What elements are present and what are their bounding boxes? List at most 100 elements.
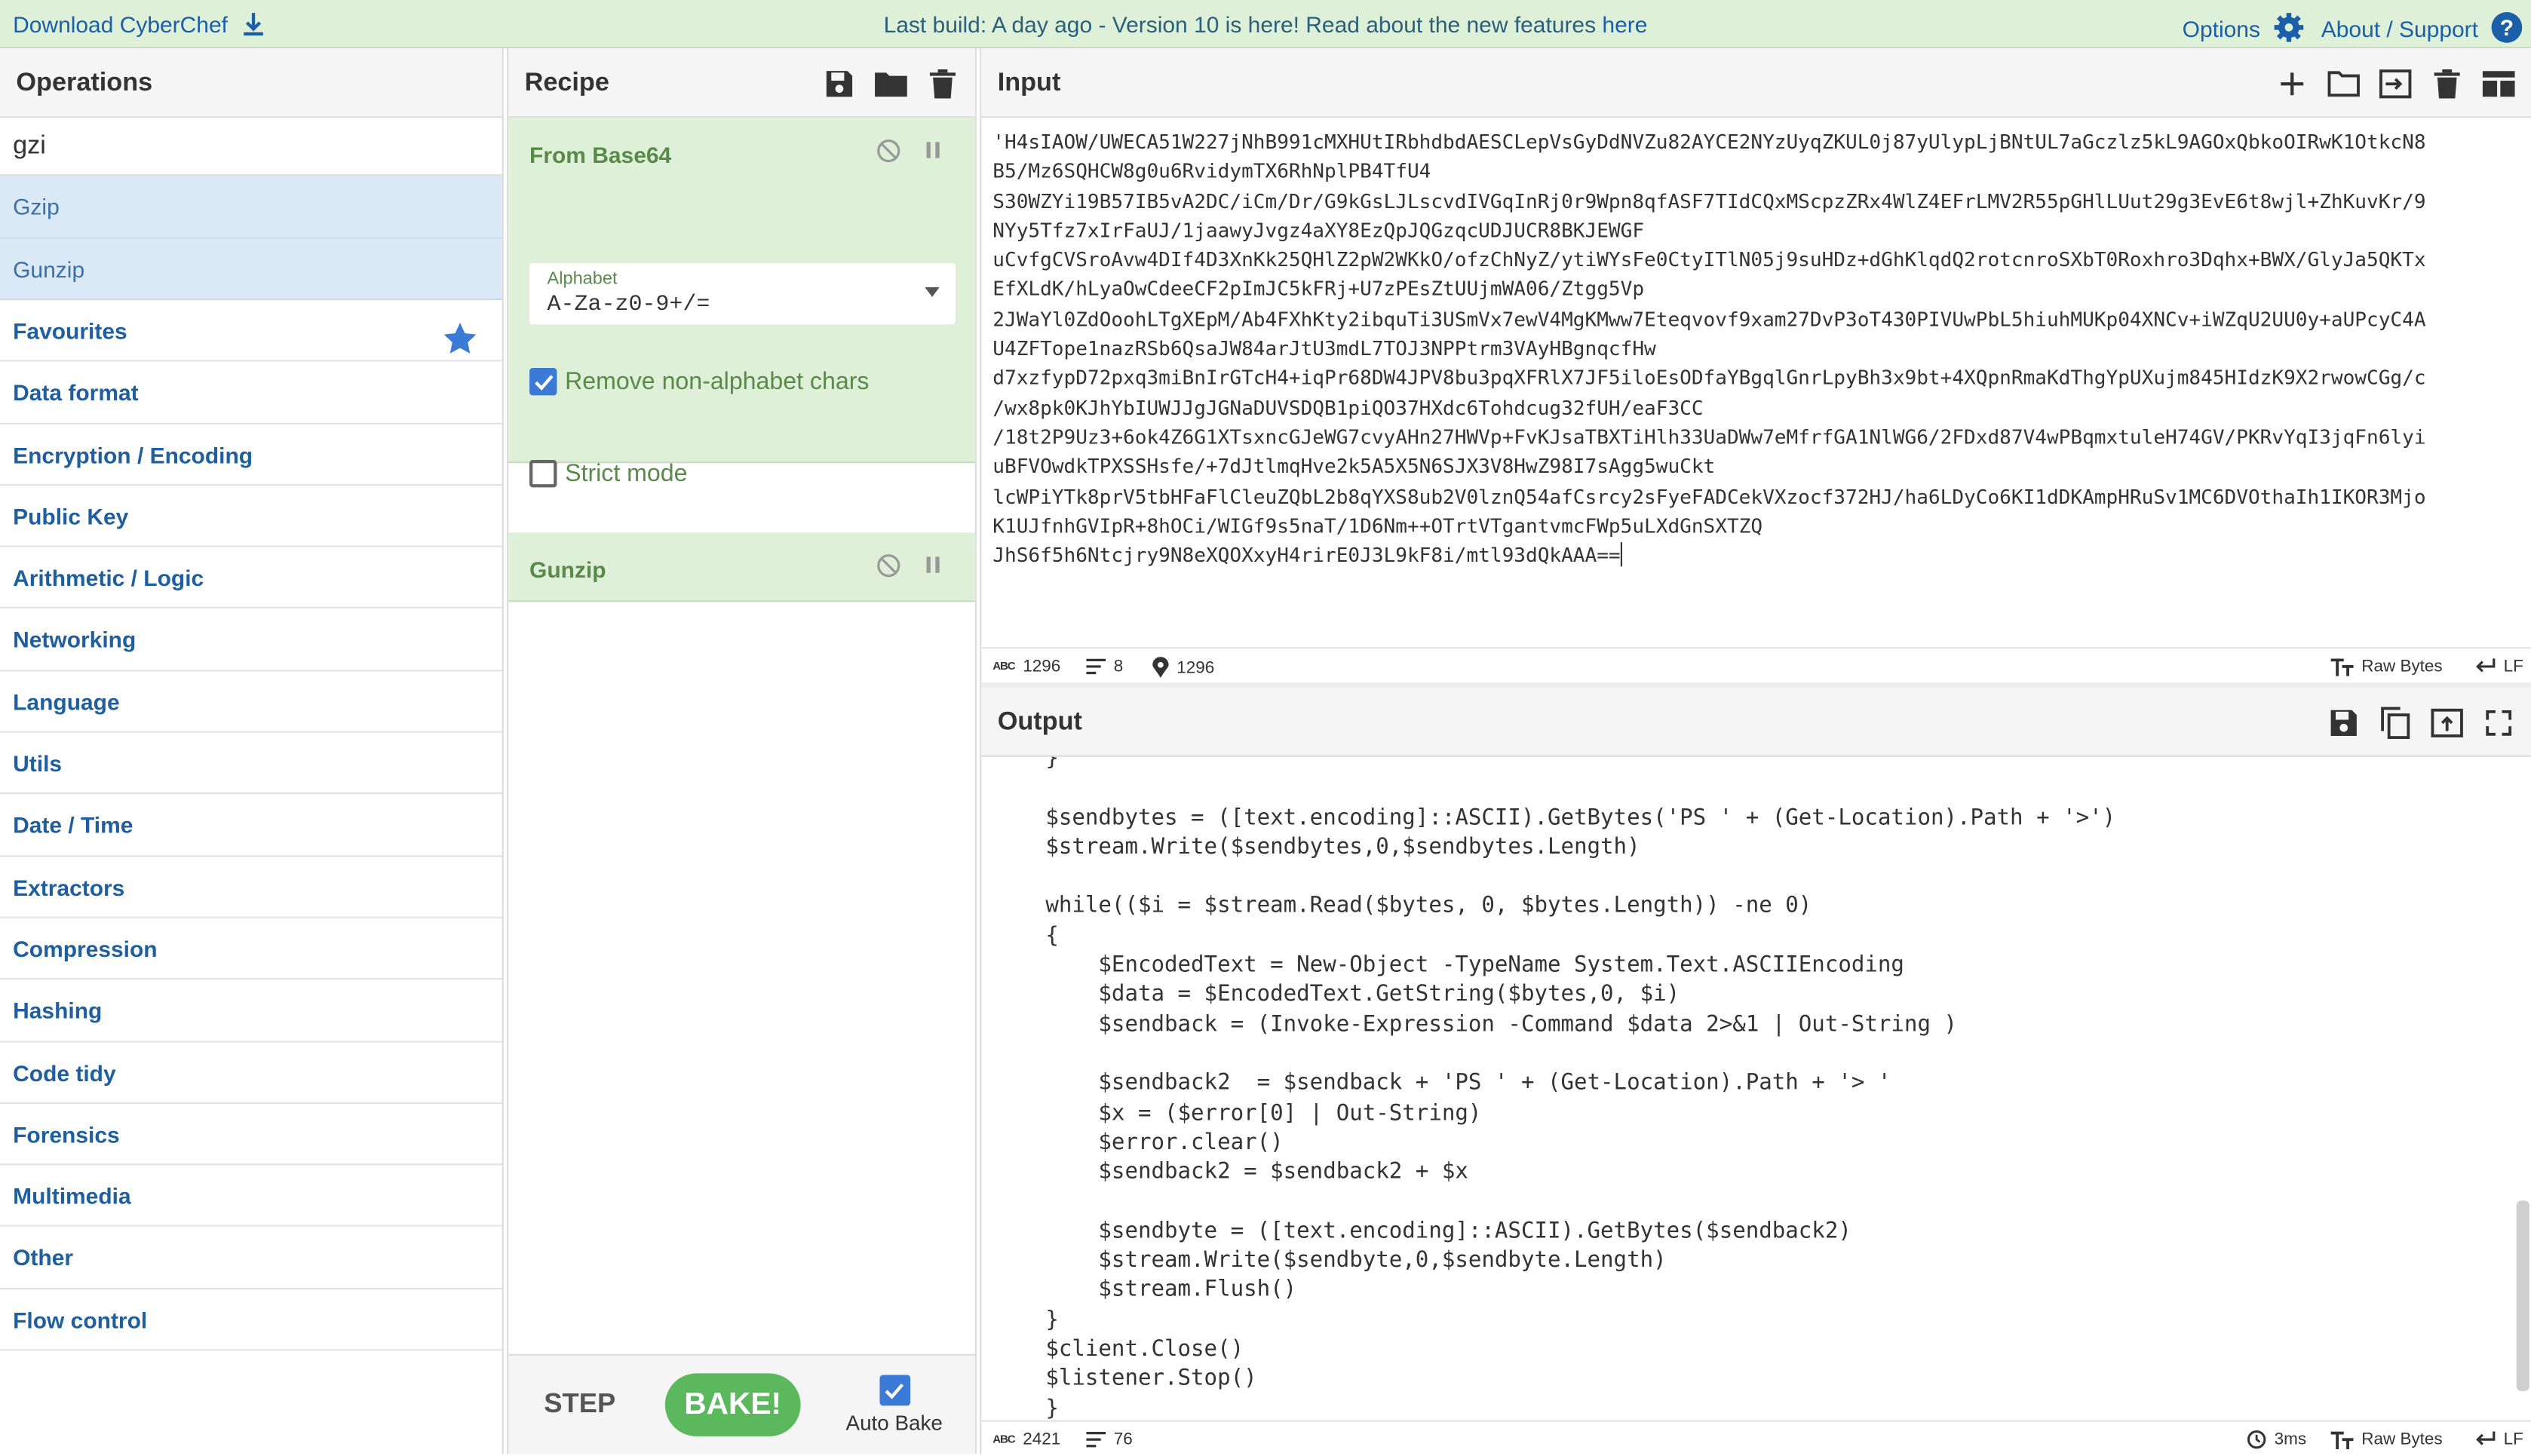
text-size-icon	[2330, 657, 2354, 676]
output-line: }	[992, 1395, 1059, 1421]
replace-input-icon[interactable]	[2431, 706, 2463, 738]
chevron-down-icon	[925, 287, 940, 297]
io-panel: Input 'H4sIAOW/UWECA51W227jNhB991cMXHUtI…	[980, 48, 2531, 1454]
return-arrow-icon	[2476, 658, 2496, 673]
category-code-tidy[interactable]: Code tidy	[0, 1042, 502, 1104]
input-line: lcWPiYTk8prV5tbHFaFlCleuZQbL2b8qYXS8ub2V…	[992, 485, 2426, 508]
bake-button[interactable]: BAKE!	[664, 1373, 801, 1436]
input-cursor-pos: 1296	[1152, 657, 1214, 678]
category-label: Flow control	[13, 1307, 148, 1333]
options-button[interactable]: Options	[2183, 11, 2306, 44]
output-line: $sendback = (Invoke-Expression -Command …	[992, 1011, 1958, 1038]
category-data-format[interactable]: Data format	[0, 362, 502, 425]
operations-search-input[interactable]	[0, 118, 485, 176]
output-scrollbar[interactable]	[2516, 1200, 2529, 1391]
search-result-pre: G	[13, 193, 31, 220]
input-textarea[interactable]: 'H4sIAOW/UWECA51W227jNhB991cMXHUtIRbhdbd…	[981, 118, 2531, 647]
pause-op-icon[interactable]	[923, 553, 943, 586]
pause-op-icon[interactable]	[923, 139, 943, 171]
category-label: Forensics	[13, 1121, 120, 1148]
save-output-icon[interactable]	[2327, 706, 2360, 738]
disable-op-icon[interactable]	[876, 139, 900, 171]
category-compression[interactable]: Compression	[0, 918, 502, 980]
load-recipe-folder-icon[interactable]	[875, 67, 907, 100]
input-line-count: 8	[1086, 657, 1123, 676]
output-eol-button[interactable]: LF	[2474, 1430, 2523, 1449]
alphabet-select[interactable]: Alphabet A-Za-z0-9+/=	[529, 262, 956, 325]
reset-layout-icon[interactable]	[2482, 67, 2515, 100]
output-length: ABC 2421	[992, 1430, 1061, 1449]
search-result-match: zi	[30, 193, 48, 220]
open-folder-icon[interactable]	[2327, 67, 2360, 100]
category-label: Encryption / Encoding	[13, 441, 253, 467]
strict-mode-checkbox[interactable]: Strict mode	[529, 459, 687, 488]
clear-input-trash-icon[interactable]	[2431, 67, 2463, 100]
alphabet-value: A-Za-z0-9+/=	[547, 292, 710, 318]
output-line: }	[992, 756, 1059, 772]
output-line: $sendback2 = $sendback2 + $x	[992, 1159, 1468, 1185]
category-hashing[interactable]: Hashing	[0, 980, 502, 1042]
from-base64-operation[interactable]: From Base64 Alphabet A-Za-z0-9+/= Remove…	[508, 118, 975, 488]
maximise-output-icon[interactable]	[2483, 706, 2515, 738]
category-label: Utils	[13, 750, 63, 777]
auto-bake-label: Auto Bake	[845, 1410, 943, 1435]
from-base64-title: From Base64	[529, 142, 672, 168]
about-support-button[interactable]: About / Support ?	[2321, 11, 2523, 44]
search-result-pre: Gun	[13, 256, 56, 282]
input-eol-button[interactable]: LF	[2474, 657, 2523, 676]
remove-non-alphabet-checkbox[interactable]: Remove non-alphabet chars	[529, 367, 869, 396]
search-box	[0, 118, 502, 176]
category-label: Data format	[13, 379, 139, 406]
svg-text:?: ?	[2500, 16, 2514, 41]
add-tab-plus-icon[interactable]	[2276, 67, 2309, 100]
output-text[interactable]: } $sendbytes = ([text.encoding]::ASCII).…	[981, 757, 2531, 1422]
category-utils[interactable]: Utils	[0, 733, 502, 795]
input-line: 'H4sIAOW/UWECA51W227jNhB991cMXHUtIRbhdbd…	[992, 130, 2426, 154]
output-encoding-button[interactable]: Raw Bytes	[2330, 1430, 2443, 1449]
category-arithmetic-logic[interactable]: Arithmetic / Logic	[0, 547, 502, 609]
copy-output-icon[interactable]	[2379, 706, 2412, 738]
input-title: Input	[997, 69, 1061, 97]
input-status-bar: ABC 1296 8 1296 Raw Bytes LF	[981, 647, 2531, 682]
top-banner: Download CyberChef Last build: A day ago…	[0, 0, 2531, 49]
input-encoding-button[interactable]: Raw Bytes	[2330, 657, 2443, 676]
output-line: {	[992, 922, 1059, 949]
category-label: Hashing	[13, 998, 103, 1024]
alphabet-label: Alphabet	[547, 269, 618, 290]
output-title: Output	[997, 708, 1082, 736]
save-recipe-icon[interactable]	[824, 67, 856, 100]
open-file-input-icon[interactable]	[2379, 67, 2412, 100]
disable-op-icon[interactable]	[876, 553, 900, 586]
category-networking[interactable]: Networking	[0, 609, 502, 671]
about-label: About / Support	[2321, 16, 2478, 42]
category-label: Arithmetic / Logic	[13, 565, 204, 591]
category-favourites[interactable]: Favourites	[0, 300, 502, 363]
category-public-key[interactable]: Public Key	[0, 486, 502, 547]
input-line: S30WZYi19B57IB5vA2DC/iCm/Dr/G9kGsLJLscvd…	[992, 189, 2426, 213]
category-other[interactable]: Other	[0, 1228, 502, 1289]
output-line: $x = ($error[0] | Out-String)	[992, 1099, 1482, 1126]
output-line: $stream.Write($sendbytes,0,$sendbytes.Le…	[992, 834, 1640, 860]
features-link[interactable]: here	[1602, 11, 1647, 37]
search-result-item[interactable]: Gunzip	[0, 238, 502, 301]
input-length: ABC 1296	[992, 657, 1061, 676]
category-forensics[interactable]: Forensics	[0, 1104, 502, 1166]
auto-bake-checkbox[interactable]: Auto Bake	[841, 1375, 947, 1435]
step-button[interactable]: STEP	[544, 1388, 615, 1421]
download-cyberchef-link[interactable]: Download CyberChef	[13, 11, 266, 37]
gunzip-operation[interactable]: Gunzip	[508, 532, 975, 602]
output-line: }	[992, 1306, 1059, 1333]
text-size-icon	[2330, 1430, 2354, 1448]
download-label: Download CyberChef	[13, 11, 228, 38]
input-line: JhS6f5h6Ntcjry9N8eXQOXxyH4rirE0J3L9kF8i/…	[992, 541, 2531, 570]
category-multimedia[interactable]: Multimedia	[0, 1166, 502, 1228]
category-flow-control[interactable]: Flow control	[0, 1289, 502, 1351]
category-date-time[interactable]: Date / Time	[0, 795, 502, 857]
category-encryption-encoding[interactable]: Encryption / Encoding	[0, 424, 502, 486]
category-extractors[interactable]: Extractors	[0, 857, 502, 918]
category-language[interactable]: Language	[0, 671, 502, 733]
search-result-item[interactable]: Gzip	[0, 176, 502, 238]
recipe-header: Recipe	[508, 48, 975, 118]
clear-recipe-trash-icon[interactable]	[927, 67, 959, 100]
category-label: Extractors	[13, 874, 125, 900]
